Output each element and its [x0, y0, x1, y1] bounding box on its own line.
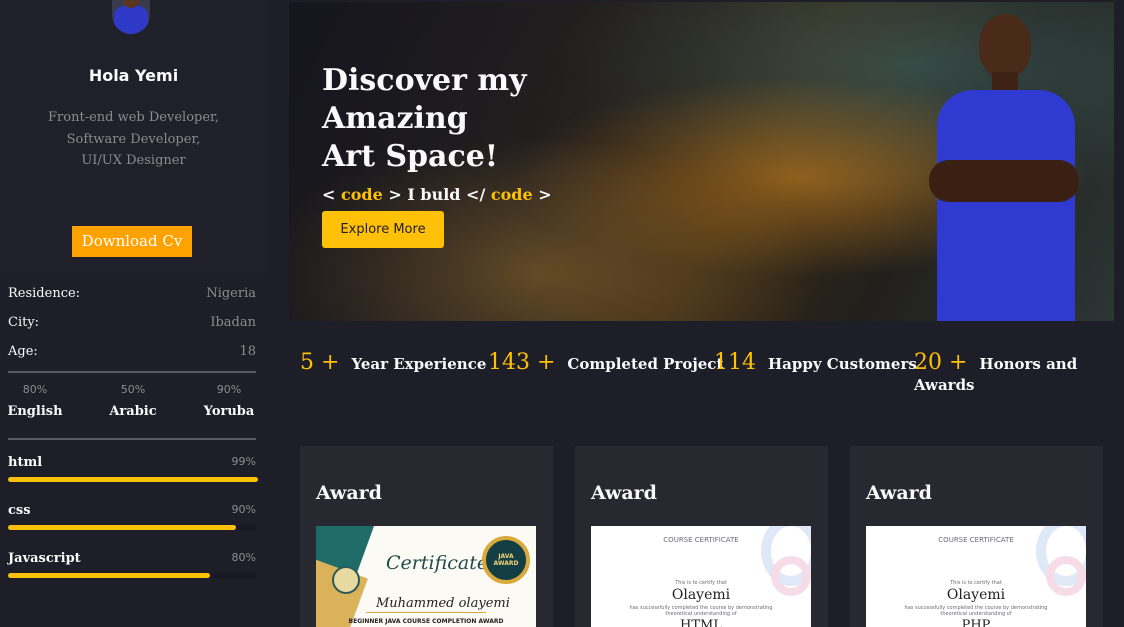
divider [8, 438, 256, 440]
skill-progress-fill [8, 573, 211, 578]
profile-role: Front-end web Developer, [48, 110, 219, 125]
stat-label: Year Experience [351, 355, 487, 373]
certificate-recipient: Olayemi [671, 587, 731, 603]
award-seal-icon: JAVA AWARD [482, 536, 530, 584]
stat-experience: 5 + Year Experience [300, 350, 486, 380]
skill-progress-track [8, 573, 256, 578]
skill-name: Javascript [8, 551, 81, 566]
language-name: Yoruba [203, 404, 255, 419]
divider [8, 371, 256, 373]
language-english: 80% English [0, 383, 70, 419]
hero-title: Discover my Amazing Art Space! [322, 62, 662, 176]
hero-code-tagline: < code > I buld </ code > [322, 185, 552, 204]
download-cv-button[interactable]: Download Cv [72, 226, 192, 257]
explore-more-button[interactable]: Explore More [322, 211, 444, 248]
certificate-image: COURSE CERTIFICATE This is to certify th… [866, 526, 1086, 627]
certificate-heading: COURSE CERTIFICATE [663, 536, 739, 544]
certificate-course: PHP [961, 618, 991, 627]
award-card-title: Award [866, 482, 932, 504]
skill-progress-track [8, 477, 259, 482]
language-percent: 90% [216, 383, 242, 396]
skill-percent: 99% [231, 455, 256, 468]
certificate-image: COURSE CERTIFICATE This is to certify th… [591, 526, 811, 627]
certificate-image: Certificate JAVA AWARD Muhammed olayemi … [316, 526, 536, 627]
language-name: Arabic [109, 404, 157, 419]
hero-title-line: Art Space! [322, 139, 498, 174]
info-label: Residence: [8, 286, 81, 301]
hero-title-line: Discover my Amazing [322, 63, 527, 136]
stat-number: 114 [714, 350, 756, 375]
hero-portrait-image [929, 10, 1079, 321]
info-value: 18 [239, 344, 256, 359]
certificate-course: HTML [680, 618, 722, 627]
award-card-title: Award [591, 482, 657, 504]
language-yoruba: 90% Yoruba [194, 383, 264, 419]
info-label: Age: [8, 344, 38, 359]
certificate-recipient: Muhammed olayemi [376, 596, 510, 611]
info-label: City: [8, 315, 40, 330]
sidebar: Hola Yemi Front-end web Developer, Softw… [0, 0, 267, 627]
stat-label: Completed Project [567, 355, 724, 373]
award-card-title: Award [316, 482, 382, 504]
language-name: English [7, 404, 63, 419]
info-value: Ibadan [210, 315, 256, 330]
hero-banner: Discover my Amazing Art Space! < code > … [289, 2, 1114, 321]
stat-projects: 143 + Completed Project [488, 350, 723, 380]
avatar [112, 0, 150, 34]
certificate-heading: COURSE CERTIFICATE [938, 536, 1014, 544]
profile-role: Software Developer, [66, 132, 201, 147]
profile-role: UI/UX Designer [81, 153, 186, 168]
skill-progress-fill [8, 525, 236, 530]
award-card[interactable]: Award COURSE CERTIFICATE This is to cert… [575, 446, 828, 627]
stat-label: Happy Customers [768, 355, 917, 373]
certificate-footer: BEGINNER JAVA COURSE COMPLETION AWARD [348, 618, 504, 625]
profile-card: Hola Yemi Front-end web Developer, Softw… [0, 0, 267, 273]
profile-name: Hola Yemi [88, 66, 179, 85]
skill-progress-track [8, 525, 256, 530]
language-arabic: 50% Arabic [98, 383, 168, 419]
award-card[interactable]: Award Certificate JAVA AWARD Muhammed ol… [300, 446, 553, 627]
language-percent: 50% [120, 383, 146, 396]
stat-number: 5 + [300, 350, 340, 375]
skill-percent: 80% [231, 551, 256, 564]
skill-name: html [8, 455, 43, 470]
medal-icon [332, 566, 360, 594]
language-percent: 80% [22, 383, 48, 396]
award-card[interactable]: Award COURSE CERTIFICATE This is to cert… [850, 446, 1103, 627]
stat-number: 20 + [914, 350, 968, 375]
certificate-heading: Certificate [386, 552, 489, 574]
info-value: Nigeria [206, 286, 256, 301]
stat-awards: 20 + Honors and Awards [914, 350, 1124, 394]
skill-name: css [8, 503, 31, 518]
stat-customers: 114 Happy Customers [714, 350, 917, 380]
skill-percent: 90% [231, 503, 256, 516]
certificate-recipient: Olayemi [946, 587, 1006, 603]
stat-number: 143 + [488, 350, 556, 375]
skill-progress-fill [8, 477, 259, 482]
